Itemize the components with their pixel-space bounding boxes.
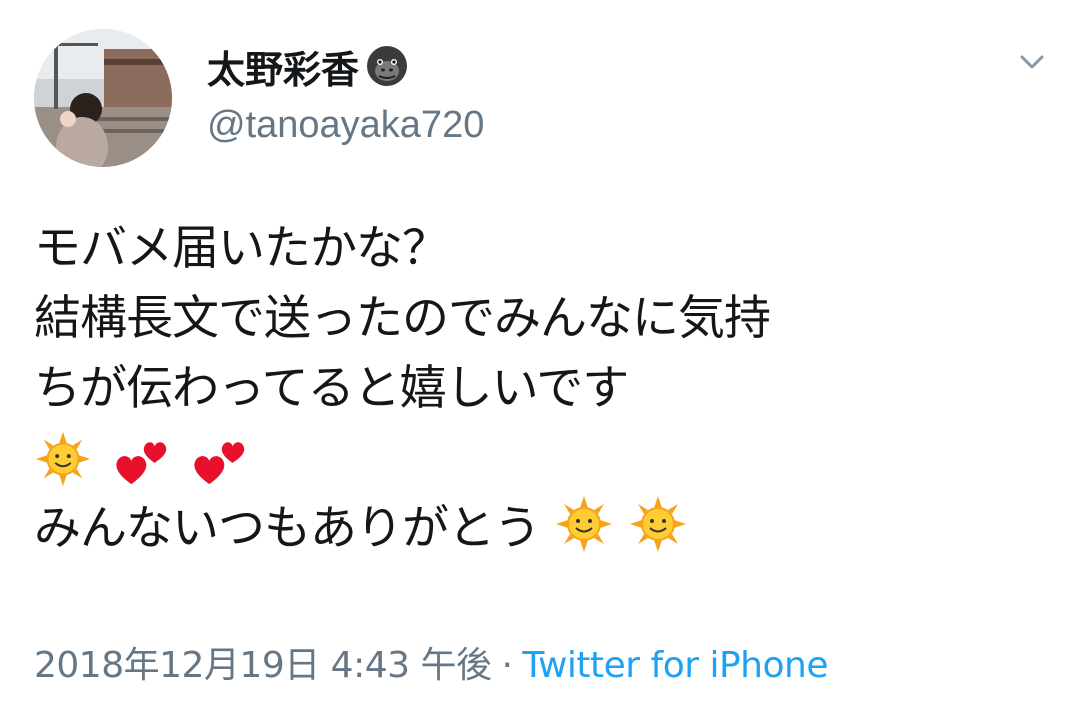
display-name[interactable]: 太野彩香 xyxy=(207,39,359,94)
tweet-line-2: 結構長文で送ったのでみんなに気持 xyxy=(34,291,771,346)
tweet-line-4: みんないつもありがとう xyxy=(34,501,541,556)
display-name-row[interactable]: 太野彩香 xyxy=(207,38,409,94)
tweet-card: 太野彩香 @tanoayaka720 モバメ届いたかな？ 結構長文で送ったのでみ… xyxy=(0,0,1080,718)
meta-separator: · xyxy=(501,645,513,686)
avatar[interactable] xyxy=(34,29,172,167)
sun-with-face-icon xyxy=(35,431,91,487)
timestamp[interactable]: 2018年12月19日 4:43 午後 xyxy=(34,645,492,686)
tweet-line-4-row: みんないつもありがとう xyxy=(34,494,1054,564)
two-hearts-icon xyxy=(194,442,245,485)
tweet-line-1: モバメ届いたかな？ xyxy=(34,221,449,276)
chevron-down-icon[interactable] xyxy=(1012,48,1052,78)
source-link[interactable]: Twitter for iPhone xyxy=(522,645,828,686)
tweet-line-3: ちが伝わってると嬉しいです xyxy=(34,361,629,416)
gorilla-icon xyxy=(367,46,408,86)
tweet-text: モバメ届いたかな？ 結構長文で送ったのでみんなに気持 ちが伝わってると嬉しいです xyxy=(34,214,1054,564)
tweet-meta: 2018年12月19日 4:43 午後 · Twitter for iPhone xyxy=(34,636,828,688)
sun-with-face-icon xyxy=(630,496,686,552)
user-handle[interactable]: @tanoayaka720 xyxy=(207,104,484,147)
emoji-line xyxy=(34,424,1054,494)
sun-with-face-icon xyxy=(556,496,612,552)
two-hearts-icon xyxy=(116,442,167,485)
